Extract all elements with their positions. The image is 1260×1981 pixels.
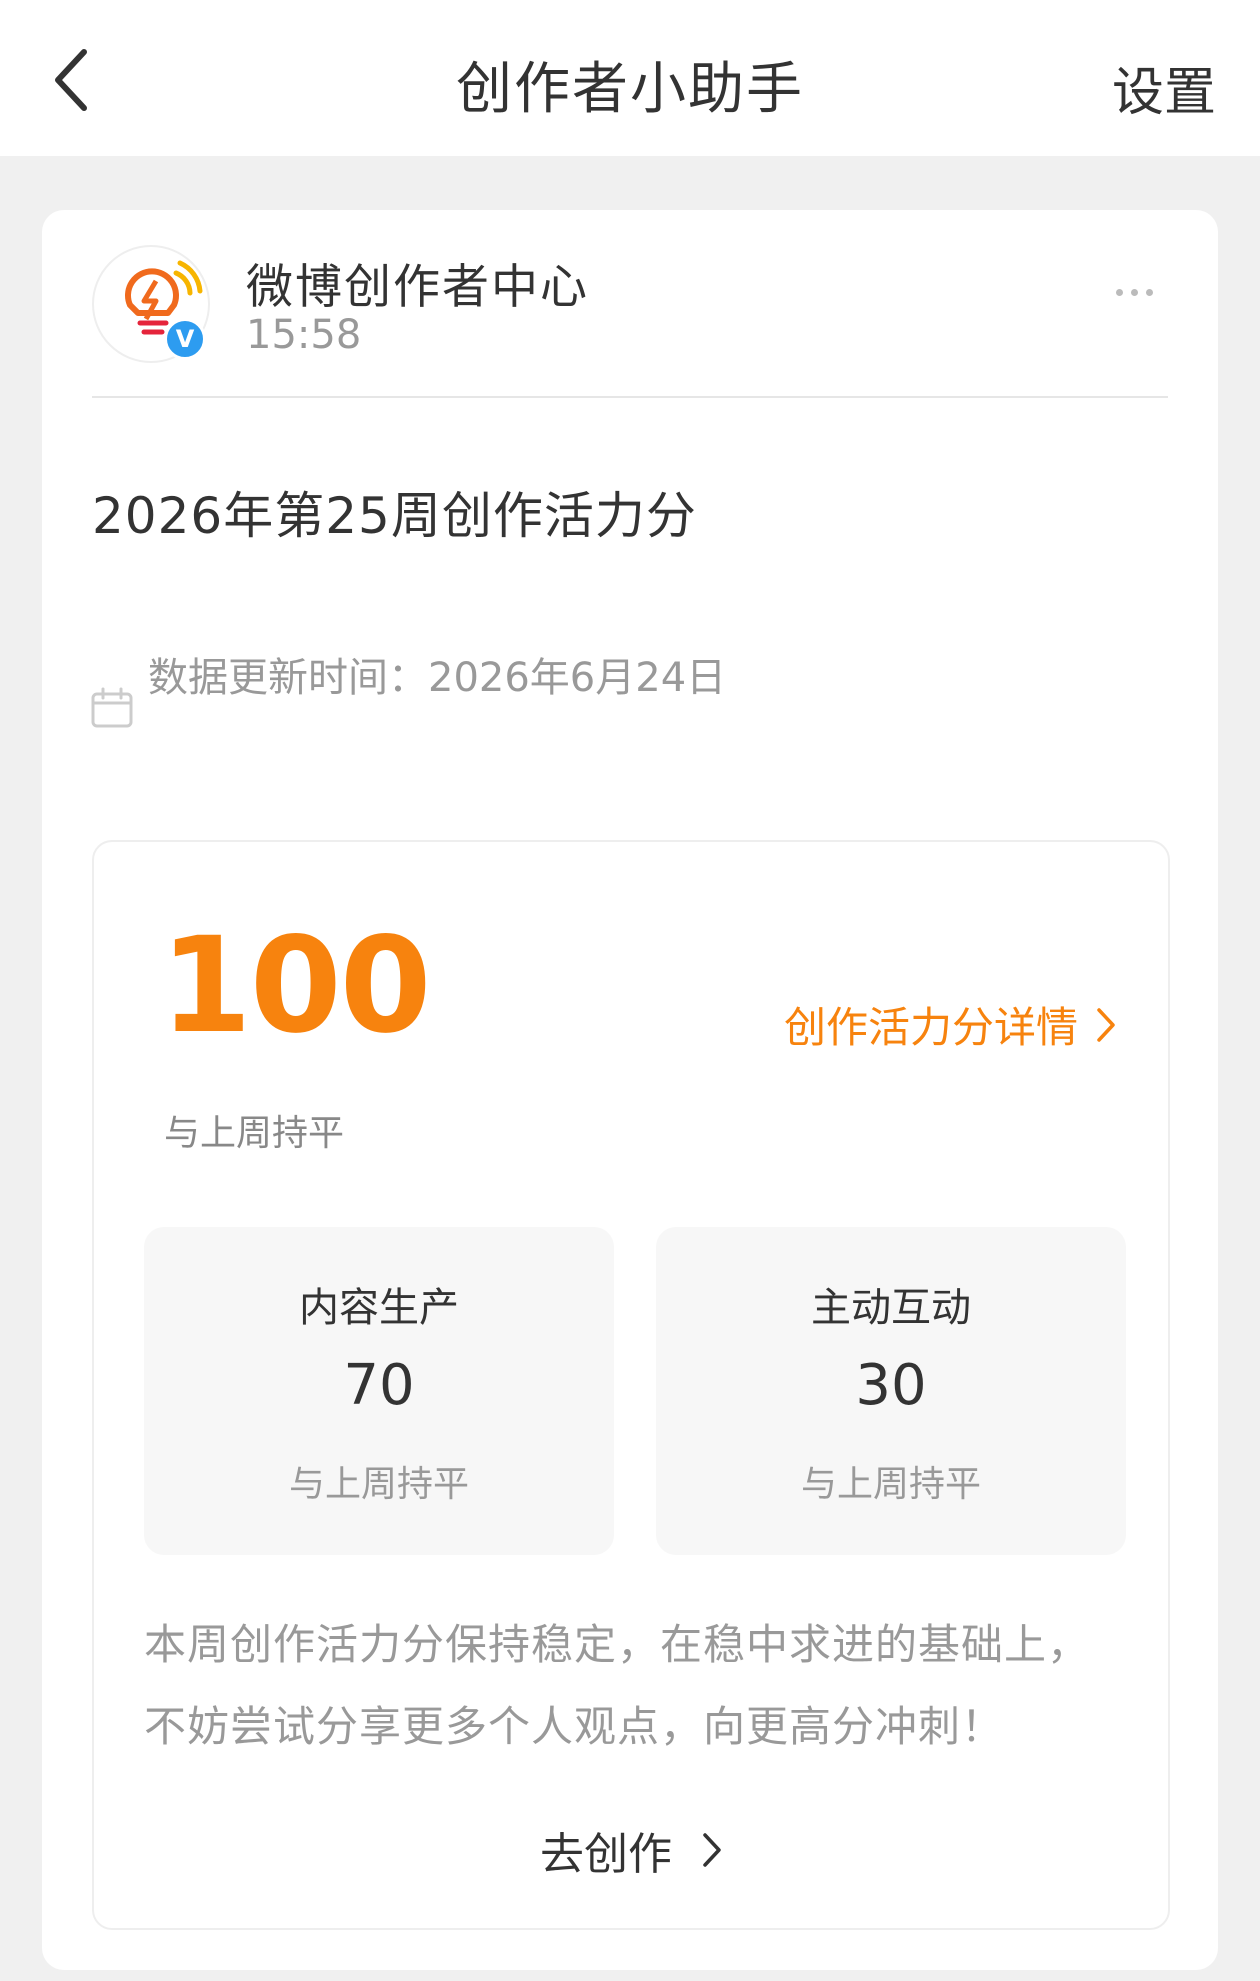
score-panel: 100 与上周持平 创作活力分详情 内容生产 70 与上周持平 主动互动 30 … bbox=[92, 840, 1170, 1930]
top-navigation-bar: 创作者小助手 设置 bbox=[0, 0, 1260, 156]
sub-score-value: 30 bbox=[855, 1353, 927, 1418]
total-score: 100 bbox=[160, 909, 432, 1063]
verified-badge-icon: V bbox=[164, 318, 206, 360]
post-time: 15:58 bbox=[246, 312, 362, 358]
score-detail-label: 创作活力分详情 bbox=[783, 1003, 1078, 1052]
message-card: V 微博创作者中心 15:58 2026年第25周创作活力分 数据更新时间：20… bbox=[42, 210, 1218, 1970]
more-dots-icon bbox=[1146, 288, 1153, 296]
score-detail-link[interactable]: 创作活力分详情 bbox=[784, 994, 1116, 1055]
author-name[interactable]: 微博创作者中心 bbox=[246, 248, 589, 317]
active-interaction-card[interactable]: 主动互动 30 与上周持平 bbox=[656, 1227, 1126, 1555]
more-dots-icon bbox=[1116, 288, 1123, 296]
sub-score-label: 内容生产 bbox=[299, 1285, 459, 1331]
content-production-card[interactable]: 内容生产 70 与上周持平 bbox=[144, 1227, 614, 1555]
sub-score-label: 主动互动 bbox=[811, 1285, 971, 1331]
chevron-right-icon bbox=[703, 1833, 721, 1867]
page-title: 创作者小助手 bbox=[456, 57, 804, 122]
settings-button[interactable]: 设置 bbox=[1112, 50, 1216, 125]
more-options-button[interactable] bbox=[1116, 280, 1172, 304]
calendar-icon bbox=[91, 687, 133, 728]
summary-text: 本周创作活力分保持稳定，在稳中求进的基础上，不妨尝试分享更多个人观点，向更高分冲… bbox=[144, 1620, 1091, 1751]
total-score-change: 与上周持平 bbox=[164, 1113, 345, 1154]
post-title: 2026年第25周创作活力分 bbox=[92, 487, 697, 545]
go-create-label: 去创作 bbox=[540, 1829, 672, 1880]
divider bbox=[92, 396, 1168, 398]
chevron-right-icon bbox=[1097, 1007, 1115, 1042]
sub-score-value: 70 bbox=[343, 1353, 415, 1418]
update-time-text: 数据更新时间：2026年6月24日 bbox=[148, 655, 727, 701]
sub-score-change: 与上周持平 bbox=[800, 1464, 981, 1505]
go-create-button[interactable]: 去创作 bbox=[94, 1818, 1168, 1882]
more-dots-icon bbox=[1131, 288, 1138, 296]
sub-score-change: 与上周持平 bbox=[288, 1464, 469, 1505]
